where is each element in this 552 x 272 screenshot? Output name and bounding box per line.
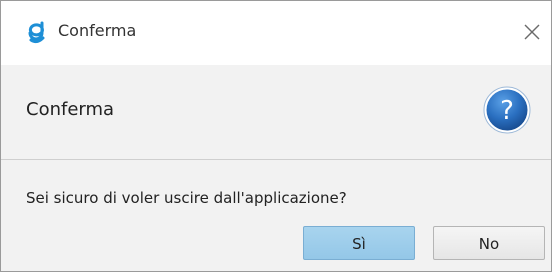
app-g-logo-icon: [28, 21, 45, 44]
close-button[interactable]: [519, 19, 545, 45]
message-text: Sei sicuro di voler uscire dall'applicaz…: [26, 189, 347, 207]
yes-button[interactable]: Sì: [303, 226, 415, 260]
dialog-header: Conferma ?: [1, 65, 551, 160]
svg-text:?: ?: [500, 96, 514, 126]
confirm-dialog: Conferma Conferma ? Sei sicuro di voler …: [0, 0, 552, 272]
window-title: Conferma: [58, 21, 137, 40]
header-text: Conferma: [26, 99, 115, 120]
no-button[interactable]: No: [433, 226, 545, 260]
dialog-content: Sei sicuro di voler uscire dall'applicaz…: [1, 160, 551, 271]
question-icon: ?: [483, 86, 531, 134]
close-icon: [524, 24, 540, 40]
title-bar: Conferma: [1, 1, 551, 65]
